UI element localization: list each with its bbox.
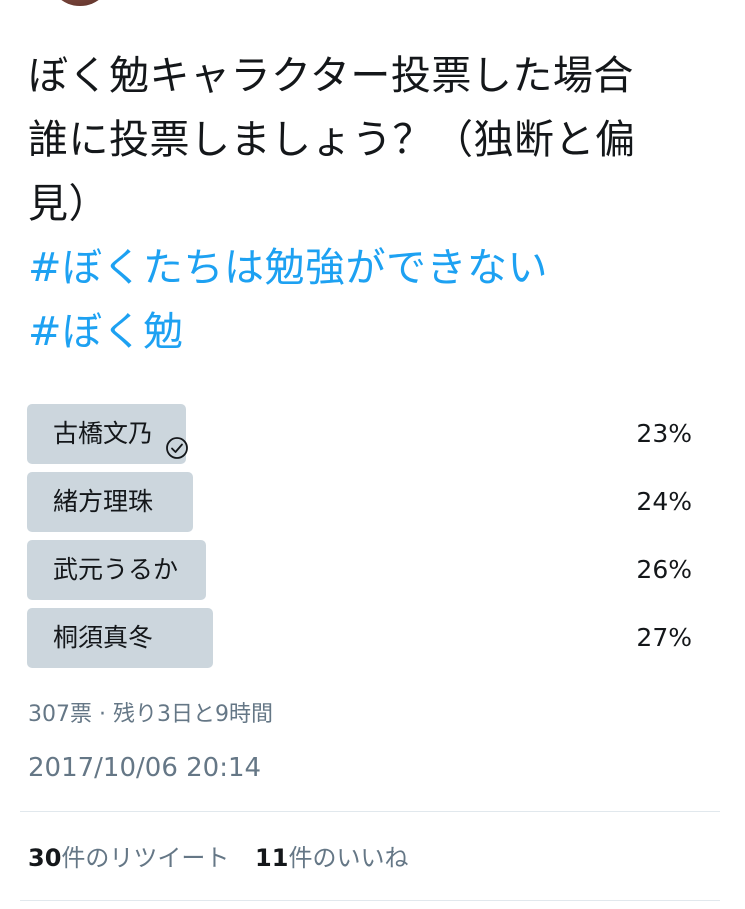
tweet-text: ぼく勉キャラクター投票した場合 誰に投票しましょう？（独断と偏 見） #ぼくたち…: [28, 44, 718, 364]
divider: [20, 811, 720, 812]
check-circle-icon: [165, 422, 189, 459]
poll-option-percent: 27%: [636, 623, 692, 652]
engagement-stats: 30件のリツイート 11件のいいね: [28, 838, 426, 873]
poll: 古橋文乃 23% 緒方理珠 24% 武元うるか 26% 桐須真冬 27%: [27, 404, 692, 676]
poll-option: 武元うるか 26%: [27, 540, 692, 600]
avatar[interactable]: [48, 0, 112, 6]
retweets-count: 30: [28, 844, 62, 872]
poll-option: 古橋文乃 23%: [27, 404, 692, 464]
poll-option-percent: 26%: [636, 555, 692, 584]
tweet-text-line: 見）: [28, 181, 109, 227]
likes-label: 件のいいね: [288, 844, 409, 872]
poll-meta: 307票 · 残り3日と9時間: [28, 702, 273, 727]
likes-stat[interactable]: 11件のいいね: [255, 844, 408, 872]
tweet-text-line: ぼく勉キャラクター投票した場合: [28, 53, 634, 99]
poll-option-label: 古橋文乃: [53, 419, 154, 448]
poll-option: 緒方理珠 24%: [27, 472, 692, 532]
poll-option: 桐須真冬 27%: [27, 608, 692, 668]
tweet-timestamp[interactable]: 2017/10/06 20:14: [28, 753, 261, 783]
poll-option-percent: 24%: [636, 487, 692, 516]
poll-option-label: 武元うるか: [53, 555, 179, 584]
likes-count: 11: [255, 844, 289, 872]
retweets-label: 件のリツイート: [61, 844, 230, 872]
poll-option-label: 桐須真冬: [53, 623, 154, 652]
poll-option-label: 緒方理珠: [53, 487, 154, 516]
divider: [20, 900, 720, 901]
tweet-text-line: 誰に投票しましょう？（独断と偏: [28, 117, 636, 163]
hashtag-link[interactable]: #ぼくたちは勉強ができない: [28, 236, 718, 300]
retweets-stat[interactable]: 30件のリツイート: [28, 844, 229, 872]
poll-option-percent: 23%: [636, 419, 692, 448]
hashtag-link[interactable]: #ぼく勉: [28, 300, 718, 364]
